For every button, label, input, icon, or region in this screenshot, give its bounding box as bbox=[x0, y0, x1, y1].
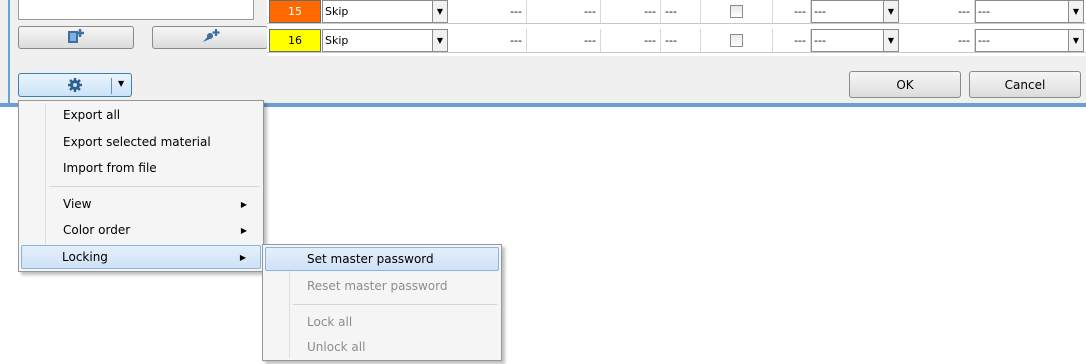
value-cell: --- bbox=[773, 29, 811, 52]
color-table: 15 Skip ▼ --- --- --- --- --- --- ▼ --- … bbox=[267, 0, 1086, 56]
table-row[interactable]: 16 Skip ▼ --- --- --- --- --- --- ▼ --- … bbox=[267, 29, 1086, 53]
menu-item-label: Color order bbox=[63, 223, 131, 237]
action-value: Skip bbox=[325, 34, 349, 47]
value-cell: --- bbox=[527, 0, 601, 23]
menu-item-label: Export selected material bbox=[63, 135, 211, 149]
gear-icon bbox=[67, 77, 83, 96]
settings-menu: Export all Export selected material Impo… bbox=[18, 100, 264, 272]
column-select-value: --- bbox=[814, 34, 826, 47]
column-select-value: --- bbox=[978, 34, 990, 47]
menu-item-label: View bbox=[63, 197, 92, 211]
action-select[interactable]: Skip ▼ bbox=[322, 29, 448, 52]
locking-submenu: Set master password Reset master passwor… bbox=[262, 244, 502, 361]
cancel-label: Cancel bbox=[1004, 77, 1046, 92]
triangle-right-icon: ▶ bbox=[240, 199, 247, 209]
menu-separator bbox=[293, 304, 497, 305]
value-cell: --- bbox=[661, 0, 701, 23]
settings-split-button[interactable]: ▼ bbox=[18, 73, 132, 97]
column-select[interactable]: --- ▼ bbox=[975, 0, 1084, 23]
chevron-down-icon[interactable]: ▼ bbox=[118, 79, 124, 88]
menu-item-view[interactable]: View ▶ bbox=[21, 192, 261, 216]
row-checkbox[interactable] bbox=[701, 29, 773, 52]
dialog-left-border bbox=[8, 0, 10, 107]
menu-item-unlock-all[interactable]: Unlock all bbox=[265, 335, 499, 359]
material-list[interactable] bbox=[18, 0, 254, 20]
menu-item-label: Unlock all bbox=[307, 340, 366, 354]
cancel-button[interactable]: Cancel bbox=[969, 71, 1081, 98]
menu-item-export-all[interactable]: Export all bbox=[21, 103, 261, 127]
triangle-right-icon: ▶ bbox=[239, 252, 246, 262]
add-material-button[interactable] bbox=[18, 26, 134, 49]
add-color-button[interactable] bbox=[152, 26, 268, 49]
menu-item-label: Reset master password bbox=[307, 279, 448, 293]
menu-item-import[interactable]: Import from file bbox=[21, 156, 261, 180]
row-number-text: 16 bbox=[288, 34, 302, 47]
menu-item-lock-all[interactable]: Lock all bbox=[265, 310, 499, 334]
menu-item-label: Lock all bbox=[307, 315, 353, 329]
column-select[interactable]: --- ▼ bbox=[811, 29, 899, 52]
triangle-right-icon: ▶ bbox=[240, 225, 247, 235]
split-divider bbox=[111, 78, 112, 94]
row-checkbox[interactable] bbox=[701, 0, 773, 23]
value-cell: --- bbox=[899, 29, 975, 52]
menu-item-label: Import from file bbox=[63, 161, 157, 175]
row-number: 16 bbox=[269, 29, 321, 52]
menu-item-color-order[interactable]: Color order ▶ bbox=[21, 218, 261, 242]
row-number-text: 15 bbox=[288, 5, 302, 18]
chevron-down-icon: ▼ bbox=[1068, 30, 1083, 51]
column-select[interactable]: --- ▼ bbox=[975, 29, 1084, 52]
checkbox-box[interactable] bbox=[730, 5, 743, 18]
chevron-down-icon: ▼ bbox=[1068, 1, 1083, 22]
value-cell: --- bbox=[601, 29, 661, 52]
column-select[interactable]: --- ▼ bbox=[811, 0, 899, 23]
chevron-down-icon: ▼ bbox=[432, 1, 447, 22]
value-cell: --- bbox=[773, 0, 811, 23]
menu-item-export-selected[interactable]: Export selected material bbox=[21, 130, 261, 154]
value-cell: --- bbox=[527, 29, 601, 52]
add-material-icon bbox=[66, 27, 86, 48]
chevron-down-icon: ▼ bbox=[883, 30, 898, 51]
action-select[interactable]: Skip ▼ bbox=[322, 0, 448, 23]
row-number: 15 bbox=[269, 0, 321, 23]
menu-separator bbox=[49, 186, 259, 187]
ok-label: OK bbox=[896, 77, 914, 92]
value-cell: --- bbox=[601, 0, 661, 23]
value-cell: --- bbox=[899, 0, 975, 23]
menu-item-set-master-password[interactable]: Set master password bbox=[265, 247, 499, 271]
column-select-value: --- bbox=[814, 5, 826, 18]
menu-item-locking[interactable]: Locking ▶ bbox=[21, 245, 261, 269]
table-row[interactable]: 15 Skip ▼ --- --- --- --- --- --- ▼ --- … bbox=[267, 0, 1086, 24]
add-color-icon bbox=[200, 27, 220, 48]
value-cell: --- bbox=[449, 29, 527, 52]
value-cell: --- bbox=[661, 29, 701, 52]
chevron-down-icon: ▼ bbox=[883, 1, 898, 22]
chevron-down-icon: ▼ bbox=[432, 30, 447, 51]
checkbox-box[interactable] bbox=[730, 34, 743, 47]
menu-item-reset-master-password[interactable]: Reset master password bbox=[265, 274, 499, 298]
menu-item-label: Locking bbox=[62, 250, 108, 264]
menu-item-label: Set master password bbox=[307, 252, 434, 266]
menu-item-label: Export all bbox=[63, 108, 121, 122]
column-select-value: --- bbox=[978, 5, 990, 18]
value-cell: --- bbox=[449, 0, 527, 23]
action-value: Skip bbox=[325, 5, 349, 18]
ok-button[interactable]: OK bbox=[849, 71, 961, 98]
